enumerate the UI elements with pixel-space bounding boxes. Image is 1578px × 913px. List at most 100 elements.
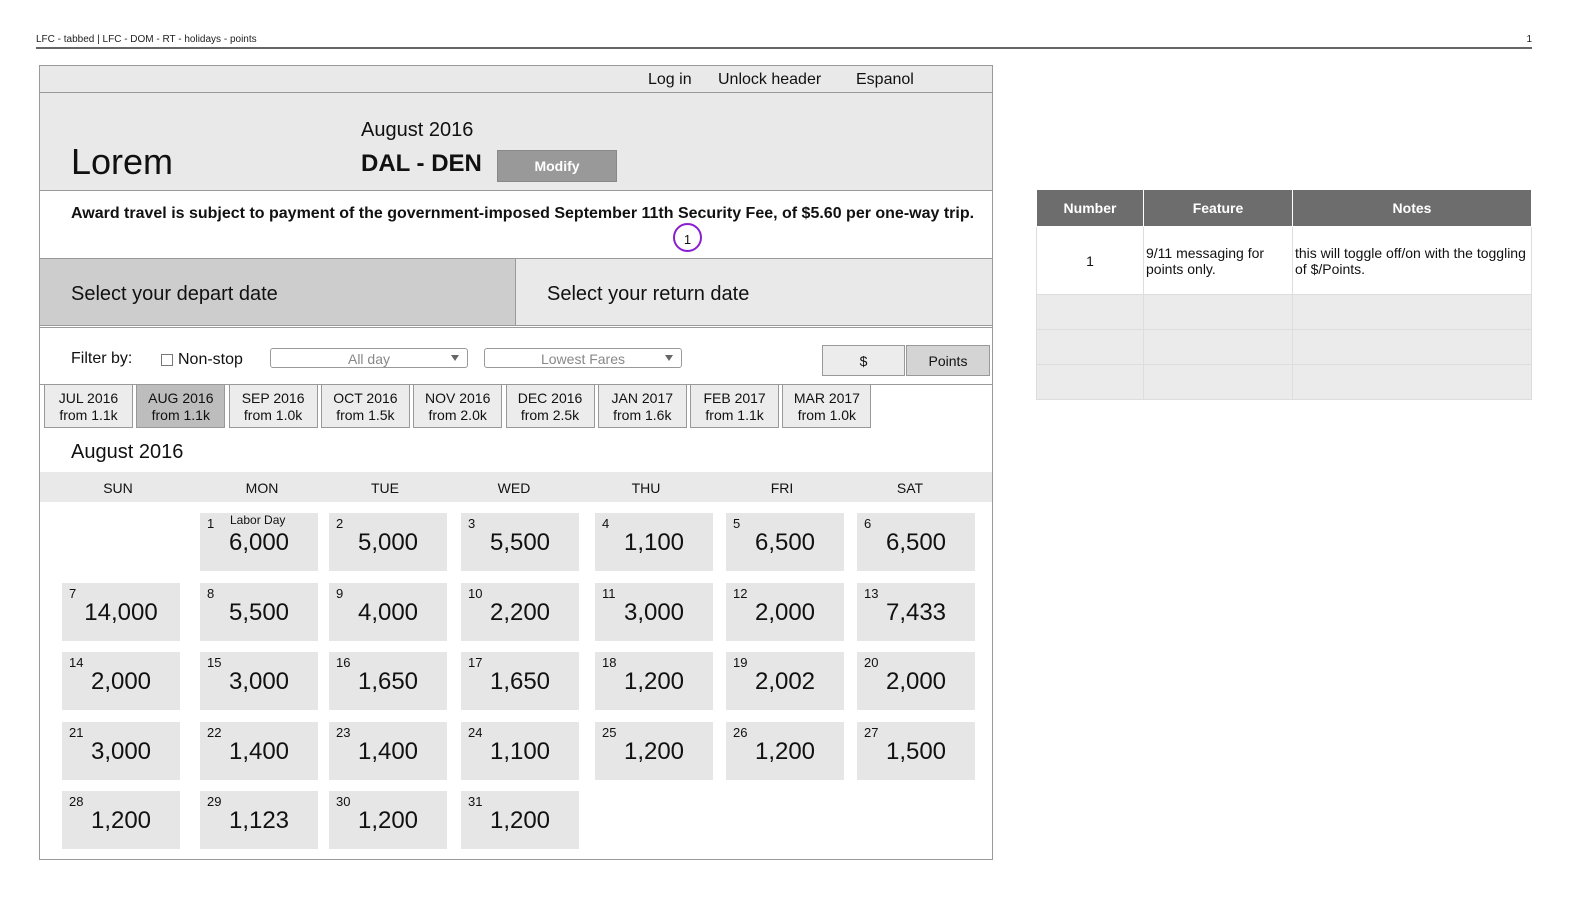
calendar-day[interactable]: 26 1,200 <box>726 721 844 780</box>
calendar-day[interactable]: 23 1,400 <box>329 721 447 780</box>
calendar-day[interactable]: 11 3,000 <box>595 582 713 641</box>
day-points: 2,000 <box>90 668 152 695</box>
day-points: 1,500 <box>885 737 947 765</box>
calendar-title: August 2016 <box>71 441 184 463</box>
wireframe-frame: Log in Unlock header Espanol Lorem Augus… <box>39 65 993 860</box>
date-tabs: Select your depart date Select your retu… <box>40 258 992 326</box>
document-header: LFC - tabbed | LFC - DOM - RT - holidays… <box>36 34 1532 49</box>
day-points: 1,200 <box>357 807 419 834</box>
notice-text: Award travel is subject to payment of th… <box>71 205 975 222</box>
calendar-day[interactable]: 31 1,200 <box>461 791 579 849</box>
month-tab[interactable]: DEC 2016 from 2.5k <box>505 384 595 428</box>
chevron-down-icon <box>665 355 673 361</box>
calendar-day[interactable]: 6 6,500 <box>857 513 975 571</box>
calendar-day[interactable]: 8 5,500 <box>200 582 318 641</box>
weekday-label: TUE <box>371 480 399 496</box>
month-tab[interactable]: MAR 2017 from 1.0k <box>782 384 872 428</box>
day-points: 1,200 <box>623 668 685 695</box>
month-tab-name: OCT 2016 <box>333 390 398 406</box>
weekday-label: MON <box>245 480 279 496</box>
calendar-day[interactable]: 3 5,500 <box>461 513 579 571</box>
calendar-day[interactable]: 28 1,200 <box>62 791 180 849</box>
calendar-day[interactable]: 25 1,200 <box>595 721 713 780</box>
table-row <box>1036 294 1532 330</box>
time-select-value: All day <box>347 351 391 367</box>
month-tab-name: JAN 2017 <box>611 390 674 406</box>
calendar-day[interactable]: 30 1,200 <box>329 791 447 849</box>
weekday-label: SUN <box>103 480 133 496</box>
login-link[interactable]: Log in <box>648 71 692 89</box>
sort-select[interactable]: Lowest Fares <box>484 348 682 368</box>
month-tab-name: FEB 2017 <box>703 390 766 406</box>
day-points: 1,100 <box>623 529 685 556</box>
day-points: 1,650 <box>489 668 551 695</box>
tab-return-date[interactable]: Select your return date <box>516 259 992 325</box>
calendar-day[interactable]: 19 2,002 <box>726 652 844 710</box>
day-points: 6,500 <box>885 529 947 556</box>
calendar-day[interactable]: 17 1,650 <box>461 652 579 710</box>
tab-return-label: Select your return date <box>547 283 750 305</box>
day-points: 14,000 <box>84 598 158 626</box>
calendar-day[interactable]: 18 1,200 <box>595 652 713 710</box>
day-points: 1,200 <box>754 737 816 765</box>
month-tab[interactable]: OCT 2016 from 1.5k <box>320 384 410 428</box>
day-points: 6,500 <box>754 529 816 556</box>
calendar-day[interactable]: 13 7,433 <box>857 582 975 641</box>
calendar-day[interactable]: 10 2,200 <box>461 582 579 641</box>
calendar-day[interactable]: 1 6,000 Labor Day <box>200 513 318 571</box>
month-tab[interactable]: JUL 2016 from 1.1k <box>44 384 133 428</box>
calendar-day[interactable]: 4 1,100 <box>595 513 713 571</box>
month-tab-from: from 1.6k <box>613 407 672 423</box>
notes-table: Number Feature Notes 1 9/11 messaging fo… <box>1036 189 1532 400</box>
tab-depart-date[interactable]: Select your depart date <box>40 259 516 325</box>
month-tab-name: MAR 2017 <box>793 390 860 406</box>
month-tab-from: from 2.5k <box>520 407 580 423</box>
table-row <box>1036 364 1532 400</box>
day-points: 3,000 <box>90 737 152 765</box>
calendar-day[interactable]: 20 2,000 <box>857 652 975 710</box>
unlock-header-link[interactable]: Unlock header <box>718 71 821 89</box>
month-tab[interactable]: AUG 2016 from 1.1k <box>136 384 226 428</box>
weekday-label: SAT <box>896 480 924 496</box>
language-link[interactable]: Espanol <box>856 71 914 89</box>
time-select[interactable]: All day <box>270 348 468 368</box>
notes-header-notes: Notes <box>1292 189 1532 227</box>
calendar-day[interactable]: 15 3,000 <box>200 652 318 710</box>
dollar-toggle[interactable]: $ <box>822 345 905 376</box>
calendar-day[interactable]: 12 2,000 <box>726 582 844 641</box>
calendar-day[interactable]: 29 1,123 <box>200 791 318 849</box>
month-tab-from: from 1.1k <box>705 407 764 423</box>
calendar-day[interactable]: 5 6,500 <box>726 513 844 571</box>
day-points: 2,000 <box>885 668 947 695</box>
calendar-day[interactable]: 16 1,650 <box>329 652 447 710</box>
day-points: 1,400 <box>357 737 419 765</box>
month-tab-from: from 1.0k <box>797 407 857 423</box>
calendar-day[interactable]: 9 4,000 <box>329 582 447 641</box>
route: DAL - DEN <box>361 150 482 177</box>
weekday-label: THU <box>631 480 661 496</box>
calendar-day[interactable]: 21 3,000 <box>62 721 180 780</box>
calendar-day[interactable]: 24 1,100 <box>461 721 579 780</box>
month-tab-name: SEP 2016 <box>241 390 305 406</box>
month-tab[interactable]: FEB 2017 from 1.1k <box>690 384 780 428</box>
nonstop-label: Non-stop <box>178 351 243 368</box>
month-tab-name: DEC 2016 <box>517 390 583 406</box>
points-toggle[interactable]: Points <box>906 345 990 376</box>
month-tab[interactable]: SEP 2016 from 1.0k <box>228 384 318 428</box>
day-points: 7,433 <box>885 598 947 626</box>
modify-button[interactable]: Modify <box>497 150 617 182</box>
month-tab-from: from 1.0k <box>243 407 303 423</box>
calendar-day[interactable]: 2 5,000 <box>329 513 447 571</box>
notes-header-feature: Feature <box>1143 189 1293 227</box>
trip-month: August 2016 <box>361 119 474 141</box>
calendar-day[interactable]: 22 1,400 <box>200 721 318 780</box>
calendar-day[interactable]: 7 14,000 <box>62 582 180 641</box>
nonstop-checkbox[interactable] <box>161 354 173 366</box>
calendar-day[interactable]: 27 1,500 <box>857 721 975 780</box>
day-points: 2,002 <box>754 668 816 695</box>
holiday-label: Labor Day <box>230 513 286 527</box>
calendar-day[interactable]: 14 2,000 <box>62 652 180 710</box>
month-tab[interactable]: JAN 2017 from 1.6k <box>597 384 687 428</box>
filter-label: Filter by: <box>71 350 133 367</box>
month-tab[interactable]: NOV 2016 from 2.0k <box>413 384 503 428</box>
